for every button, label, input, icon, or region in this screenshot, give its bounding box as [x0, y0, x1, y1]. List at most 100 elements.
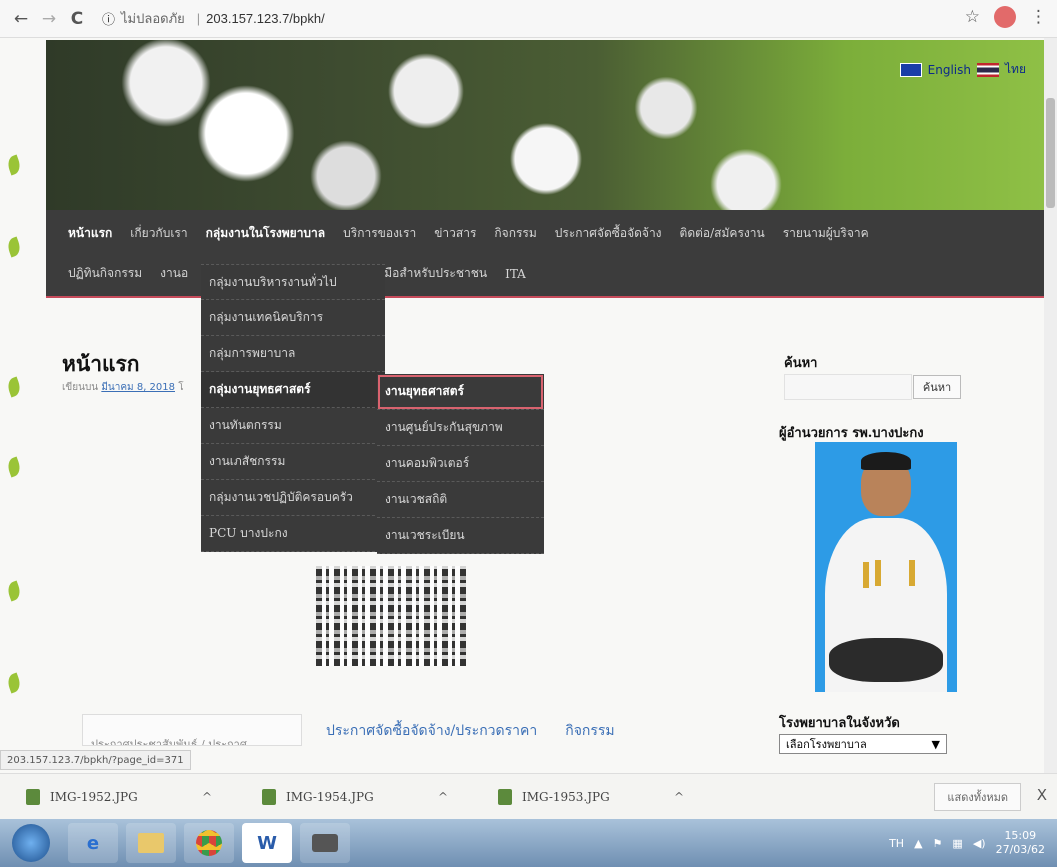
lang-thai-link[interactable]: ไทย: [1005, 60, 1026, 79]
announcement-box[interactable]: ประกาศประชาสัมพันธ์ / ประกาศ: [82, 714, 302, 746]
download-bar: IMG-1952.JPG ^ IMG-1954.JPG ^ IMG-1953.J…: [0, 773, 1057, 819]
nav-procurement[interactable]: ประกาศจัดซื้อจัดจ้าง: [546, 224, 671, 243]
word-icon[interactable]: W: [242, 823, 292, 863]
chevron-down-icon: ▼: [931, 737, 940, 751]
nav-hospital-groups[interactable]: กลุ่มงานในโรงพยาบาล: [197, 224, 335, 243]
menu-icon[interactable]: ⋮: [1030, 7, 1047, 27]
system-tray: TH ▲ ⚑ ▦ ◀) 15:09 27/03/62: [889, 819, 1045, 867]
chevron-up-icon[interactable]: ^: [202, 790, 212, 804]
chevron-up-icon[interactable]: ^: [438, 790, 448, 804]
procurement-tab-link[interactable]: ประกาศจัดซื้อจัดจ้าง/ประกวดราคา: [326, 720, 537, 742]
lang-english-link[interactable]: English: [928, 63, 971, 77]
hospital-select[interactable]: เลือกโรงพยาบาล ▼: [779, 734, 947, 754]
activities-tab-link[interactable]: กิจกรรม: [565, 720, 614, 742]
forward-icon[interactable]: →: [38, 9, 60, 29]
status-url-tooltip: 203.157.123.7/bpkh/?page_id=371: [0, 750, 191, 770]
chrome-icon[interactable]: [184, 823, 234, 863]
dropdown-item[interactable]: งานเภสัชกรรม: [201, 444, 385, 480]
camera-icon[interactable]: [300, 823, 350, 863]
start-button-icon[interactable]: [12, 824, 50, 862]
dropdown-item[interactable]: งานทันตกรรม: [201, 408, 385, 444]
thai-flag-icon[interactable]: [977, 62, 1000, 77]
post-meta: เขียนบน มีนาคม 8, 2018 โ: [62, 380, 184, 395]
nav-truncated[interactable]: งานอ: [151, 264, 197, 283]
download-item[interactable]: IMG-1954.JPG ^: [236, 774, 472, 820]
close-icon[interactable]: X: [1037, 786, 1047, 804]
nav-home[interactable]: หน้าแรก: [46, 224, 121, 243]
address-bar[interactable]: ⓘ ไม่ปลอดภัย | 203.157.123.7/bpkh/: [102, 8, 325, 29]
submenu-item-strategy[interactable]: งานยุทธศาสตร์: [377, 374, 544, 410]
image-file-icon: [498, 788, 512, 805]
language-switcher: English ไทย: [899, 60, 1026, 79]
clock[interactable]: 15:09 27/03/62: [996, 829, 1045, 857]
network-icon[interactable]: ▦: [952, 837, 962, 850]
hospital-select-value: เลือกโรงพยาบาล: [786, 738, 867, 751]
uk-flag-icon[interactable]: [899, 62, 922, 77]
hospital-groups-dropdown: กลุ่มงานบริหารงานทั่วไป กลุ่มงานเทคนิคบร…: [201, 264, 385, 552]
tray-arrow-icon[interactable]: ▲: [914, 837, 922, 850]
main-navigation: หน้าแรก เกี่ยวกับเรา กลุ่มงานในโรงพยาบาล…: [46, 210, 1044, 298]
nav-manual[interactable]: คู่มือสำหรับประชาชน: [367, 264, 496, 283]
leaf-decoration-icon: [5, 236, 23, 258]
dropdown-item[interactable]: กลุ่มงานเวชปฏิบัติครอบครัว: [201, 480, 385, 516]
download-filename: IMG-1952.JPG: [50, 789, 138, 804]
image-file-icon: [262, 788, 276, 805]
nav-calendar[interactable]: ปฏิทินกิจกรรม: [46, 264, 151, 283]
director-hands: [829, 638, 943, 682]
page-scrollbar[interactable]: [1044, 38, 1057, 773]
nav-contact[interactable]: ติดต่อ/สมัครงาน: [671, 224, 774, 243]
reload-icon[interactable]: C: [66, 9, 88, 29]
submenu-item[interactable]: งานคอมพิวเตอร์: [377, 446, 544, 482]
download-item[interactable]: IMG-1952.JPG ^: [0, 774, 236, 820]
file-explorer-icon[interactable]: [126, 823, 176, 863]
search-button[interactable]: ค้นหา: [913, 375, 961, 399]
nav-news[interactable]: ข่าวสาร: [425, 224, 485, 243]
submenu-item[interactable]: งานศูนย์ประกันสุขภาพ: [377, 410, 544, 446]
medal-icon: [909, 560, 915, 586]
meta-prefix: เขียนบน: [62, 382, 99, 393]
header-banner: English ไทย: [46, 40, 1044, 210]
submenu-item[interactable]: งานเวชสถิติ: [377, 482, 544, 518]
scrollbar-thumb[interactable]: [1046, 98, 1055, 208]
dropdown-item[interactable]: กลุ่มงานเทคนิคบริการ: [201, 300, 385, 336]
search-input[interactable]: [784, 374, 912, 400]
profile-avatar[interactable]: [994, 6, 1016, 28]
bookmark-star-icon[interactable]: ☆: [965, 7, 980, 27]
qr-code: [316, 566, 466, 666]
dropdown-item-strategy[interactable]: กลุ่มงานยุทธศาสตร์: [201, 372, 385, 408]
submenu-item[interactable]: งานเวชระเบียน: [377, 518, 544, 554]
show-all-downloads-button[interactable]: แสดงทั้งหมด: [934, 783, 1021, 811]
screen: { "browser": { "security_label": "ไม่ปลอ…: [0, 0, 1057, 867]
volume-icon[interactable]: ◀): [973, 837, 986, 850]
dropdown-item[interactable]: PCU บางปะกง: [201, 516, 385, 552]
content-tabs: ประกาศประชาสัมพันธ์ / ประกาศ ประกาศจัดซื…: [82, 714, 615, 746]
dropdown-item[interactable]: กลุ่มงานบริหารงานทั่วไป: [201, 264, 385, 300]
clock-time: 15:09: [1004, 829, 1037, 842]
ie-icon[interactable]: e: [68, 823, 118, 863]
nav-about[interactable]: เกี่ยวกับเรา: [121, 224, 196, 243]
meta-suffix: โ: [178, 382, 184, 393]
post-date-link[interactable]: มีนาคม 8, 2018: [101, 382, 175, 393]
info-icon[interactable]: ⓘ: [102, 9, 115, 28]
nav-services[interactable]: บริการของเรา: [334, 224, 425, 243]
search-title: ค้นหา: [784, 356, 818, 371]
nav-ita[interactable]: ITA: [496, 267, 535, 281]
download-item[interactable]: IMG-1953.JPG ^: [472, 774, 708, 820]
clock-date: 27/03/62: [995, 843, 1045, 856]
web-page: English ไทย หน้าแรก เกี่ยวกับเรา กลุ่มงา…: [0, 38, 1044, 773]
director-photo: [815, 442, 957, 692]
leaf-decoration-icon: [5, 672, 23, 694]
security-label: ไม่ปลอดภัย: [121, 11, 185, 26]
image-file-icon: [26, 788, 40, 805]
leaf-decoration-icon: [5, 580, 23, 602]
province-title: โรงพยาบาลในจังหวัด: [779, 716, 900, 731]
input-language[interactable]: TH: [889, 837, 904, 850]
flag-icon[interactable]: ⚑: [933, 837, 943, 850]
nav-activities[interactable]: กิจกรรม: [485, 224, 545, 243]
chevron-up-icon[interactable]: ^: [674, 790, 684, 804]
strategy-submenu: งานยุทธศาสตร์ งานศูนย์ประกันสุขภาพ งานคอ…: [377, 374, 544, 554]
dropdown-item[interactable]: กลุ่มการพยาบาล: [201, 336, 385, 372]
nav-donors[interactable]: รายนามผู้บริจาค: [774, 224, 878, 243]
medal-icon: [875, 560, 881, 586]
back-icon[interactable]: ←: [10, 9, 32, 29]
